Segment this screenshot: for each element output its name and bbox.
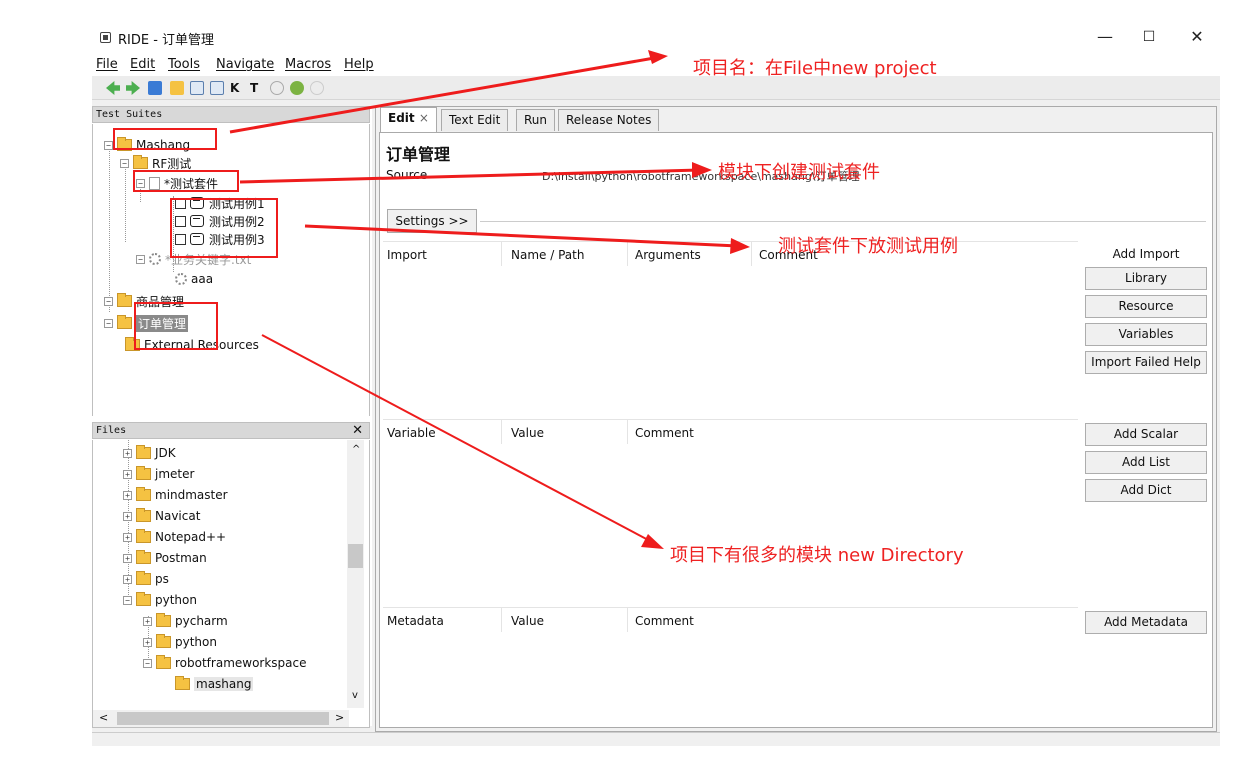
arrow-line-modules — [261, 334, 653, 543]
annotation-arrows — [229, 50, 750, 549]
annotation-project: 项目名：在File中new project — [693, 58, 937, 79]
annotation-modules: 项目下有很多的模块 new Directory — [670, 545, 964, 566]
arrow-head-modules — [641, 534, 664, 549]
arrow-head-suite — [692, 162, 712, 178]
arrow-line-project — [229, 55, 661, 134]
arrow-head-cases — [730, 238, 750, 254]
annotation-cases: 测试套件下放测试用例 — [778, 236, 958, 257]
arrow-head-project — [648, 50, 668, 64]
arrow-line-cases — [304, 224, 739, 248]
annotation-suite: 模块下创建测试套件 — [718, 162, 880, 183]
arrow-line-suite — [239, 168, 701, 184]
